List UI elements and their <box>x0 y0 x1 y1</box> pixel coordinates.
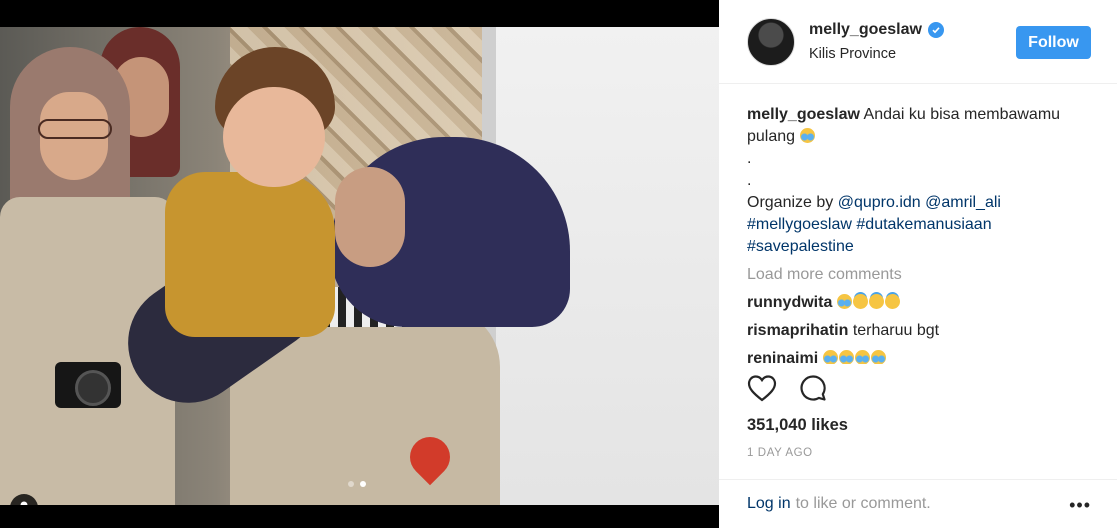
post-header: melly_goeslaw Kilis Province Follow <box>719 0 1117 84</box>
caption-username[interactable]: melly_goeslaw <box>747 106 860 123</box>
carousel-dot-active[interactable] <box>360 481 366 487</box>
post-sidebar: melly_goeslaw Kilis Province Follow mell… <box>719 0 1117 528</box>
comments-list[interactable]: melly_goeslaw Andai ku bisa membawamu pu… <box>719 84 1117 364</box>
crying-emoji-icon <box>822 350 838 364</box>
organize-label: Organize by <box>747 194 834 211</box>
crying-emoji-icon <box>838 350 854 364</box>
comment-icon[interactable] <box>799 374 827 407</box>
post-actions <box>747 374 827 407</box>
mention-link[interactable]: @amril_ali <box>925 194 1001 211</box>
carousel-indicator <box>348 481 366 487</box>
crying-emoji-icon <box>836 294 852 309</box>
caption: melly_goeslaw Andai ku bisa membawamu pu… <box>747 104 1091 258</box>
comment: rismaprihatin terharuu bgt <box>747 320 1091 342</box>
post-photo[interactable] <box>0 27 719 505</box>
comment-username[interactable]: reninaimi <box>747 350 818 364</box>
carousel-dot[interactable] <box>348 481 354 487</box>
avatar[interactable] <box>747 17 795 66</box>
hashtag-link[interactable]: #savepalestine <box>747 238 854 255</box>
halo-emoji-icon <box>868 294 884 309</box>
crying-emoji-icon <box>870 350 886 364</box>
comment: runnydwita <box>747 292 1091 314</box>
location-link[interactable]: Kilis Province <box>809 46 944 62</box>
load-more-comments-button[interactable]: Load more comments <box>747 264 1091 286</box>
login-footer: Log in to like or comment. ••• <box>719 479 1117 528</box>
more-options-icon[interactable]: ••• <box>1069 496 1091 514</box>
halo-emoji-icon <box>852 294 868 309</box>
caption-dot: . <box>747 150 752 167</box>
comment-username[interactable]: runnydwita <box>747 294 832 311</box>
comment-text: terharuu bgt <box>852 322 940 339</box>
follow-button[interactable]: Follow <box>1016 26 1091 59</box>
login-prompt: to like or comment. <box>795 495 931 512</box>
post-media[interactable] <box>0 0 719 528</box>
heart-icon[interactable] <box>747 374 777 407</box>
post-timestamp[interactable]: 1 DAY AGO <box>747 447 813 459</box>
verified-badge-icon <box>927 22 944 38</box>
crying-emoji-icon <box>799 128 815 143</box>
hashtag-link[interactable]: #mellygoeslaw <box>747 216 852 233</box>
comment-username[interactable]: rismaprihatin <box>747 322 848 339</box>
login-link[interactable]: Log in <box>747 495 791 513</box>
crying-emoji-icon <box>854 350 870 364</box>
likes-count[interactable]: 351,040 likes <box>747 416 848 435</box>
username-link[interactable]: melly_goeslaw <box>809 21 922 39</box>
comment: reninaimi <box>747 348 1091 364</box>
halo-emoji-icon <box>884 294 900 309</box>
mention-link[interactable]: @qupro.idn <box>838 194 921 211</box>
hashtag-link[interactable]: #dutakemanusiaan <box>856 216 991 233</box>
caption-dot: . <box>747 172 752 189</box>
